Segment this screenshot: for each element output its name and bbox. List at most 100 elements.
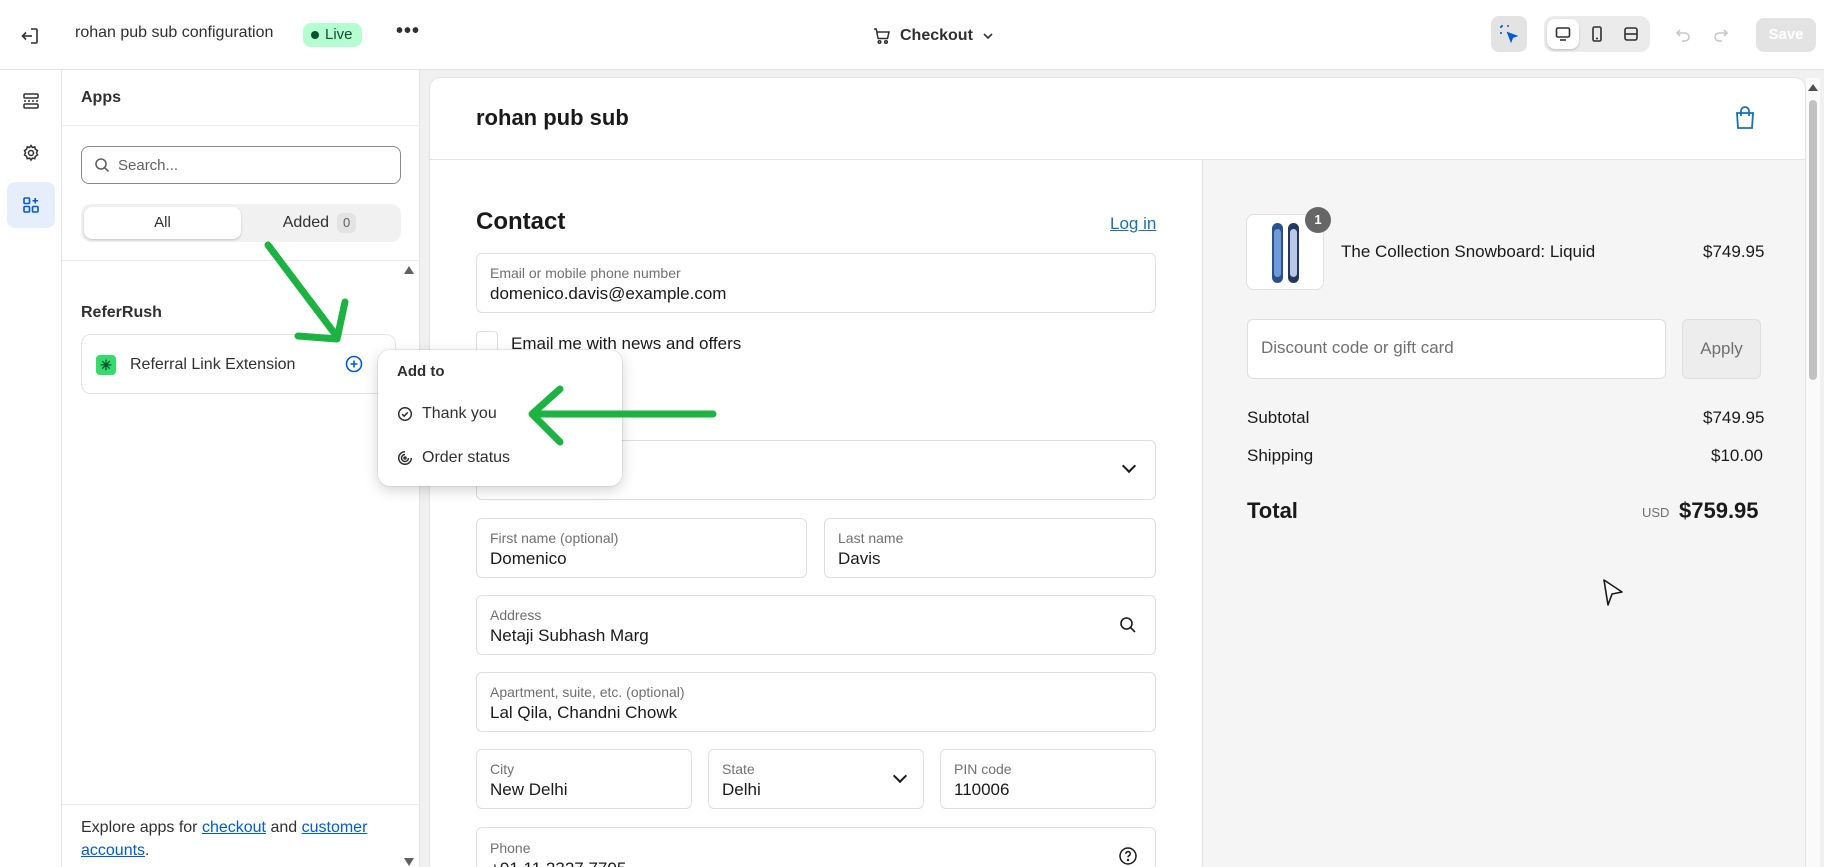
city-field[interactable]: City New Delhi <box>476 749 692 809</box>
page-selector[interactable]: Checkout <box>872 23 995 49</box>
mobile-view-button[interactable] <box>1581 19 1613 49</box>
settings-nav-button[interactable] <box>7 130 55 176</box>
select-cursor-icon <box>1500 25 1519 44</box>
scroll-down-icon[interactable] <box>404 858 414 866</box>
state-select[interactable]: State Delhi <box>708 749 924 809</box>
product-price: $749.95 <box>1703 242 1765 261</box>
divider <box>62 125 420 126</box>
panel-heading: Apps <box>81 89 121 106</box>
search-input[interactable] <box>118 156 378 174</box>
apps-panel: Apps All Added 0 ReferRush ✳ Referral Li… <box>62 70 420 867</box>
desktop-icon <box>1555 27 1571 41</box>
apps-nav-button[interactable] <box>7 182 55 228</box>
add-circle-icon[interactable] <box>344 354 364 374</box>
fullscreen-view-button[interactable] <box>1615 19 1647 49</box>
apply-discount-button[interactable]: Apply <box>1682 319 1761 379</box>
address-field[interactable]: Address Netaji Subhash Marg <box>476 595 1156 655</box>
redo-icon[interactable] <box>1712 26 1730 44</box>
first-name-label: First name (optional) <box>490 530 619 546</box>
quantity-badge: 1 <box>1305 207 1331 233</box>
apps-icon <box>23 197 39 213</box>
filter-tabs: All Added 0 <box>81 204 401 242</box>
subtotal-value: $749.95 <box>1703 408 1765 427</box>
add-to-popover: Add to Thank you Order status <box>378 350 622 486</box>
status-badge: Live <box>303 23 362 47</box>
app-logo-icon: ✳ <box>96 355 116 375</box>
apartment-label: Apartment, suite, etc. (optional) <box>490 684 685 700</box>
gear-icon <box>23 144 39 162</box>
editor-title: rohan pub sub configuration <box>75 24 274 41</box>
app-group-title: ReferRush <box>81 304 162 321</box>
tab-added-label: Added <box>282 214 330 231</box>
undo-icon[interactable] <box>1674 26 1692 44</box>
app-block-name: Referral Link Extension <box>130 356 296 373</box>
cart-icon <box>874 28 890 45</box>
popover-item-thank-you[interactable]: Thank you <box>397 402 497 426</box>
tab-added[interactable]: Added 0 <box>241 207 398 239</box>
scroll-up-icon[interactable] <box>404 266 414 274</box>
discount-input[interactable] <box>1261 338 1641 358</box>
search-icon <box>1120 617 1136 633</box>
total-currency: USD <box>1642 505 1670 520</box>
footer-and: and <box>266 819 302 836</box>
shopping-bag-icon[interactable] <box>1731 104 1759 132</box>
sections-nav-button[interactable] <box>7 78 55 124</box>
chevron-down-icon <box>892 768 908 784</box>
subtotal-label: Subtotal <box>1247 408 1310 427</box>
phone-value: +91 11 2327 7705 <box>490 859 626 867</box>
phone-field[interactable]: Phone +91 11 2327 7705 <box>476 827 1156 867</box>
preview-scrollbar[interactable] <box>1806 78 1820 867</box>
product-name: The Collection Snowboard: Liquid <box>1341 242 1596 261</box>
last-name-label: Last name <box>838 530 904 546</box>
apartment-field[interactable]: Apartment, suite, etc. (optional) Lal Qi… <box>476 672 1156 732</box>
mobile-icon <box>1592 26 1602 42</box>
last-name-field[interactable]: Last name Davis <box>824 518 1156 578</box>
apartment-value: Lal Qila, Chandni Chowk <box>490 703 678 722</box>
state-value: Delhi <box>722 780 761 799</box>
total-label: Total <box>1247 498 1298 523</box>
tab-all[interactable]: All <box>84 207 241 239</box>
footer-prefix: Explore apps for <box>81 819 202 836</box>
email-field[interactable]: Email or mobile phone number domenico.da… <box>476 253 1156 313</box>
address-label: Address <box>490 607 542 623</box>
scrollbar-thumb[interactable] <box>1809 100 1817 380</box>
save-button[interactable]: Save <box>1756 18 1816 52</box>
search-icon <box>95 158 110 173</box>
scroll-up-icon[interactable] <box>1808 84 1818 91</box>
mouse-cursor-icon <box>1603 579 1623 606</box>
checkout-header: rohan pub sub <box>430 78 1805 160</box>
login-link[interactable]: Log in <box>1110 214 1156 234</box>
page-selector-label: Checkout <box>900 27 973 44</box>
check-circle-icon <box>397 406 413 422</box>
pin-code-field[interactable]: PIN code 110006 <box>940 749 1156 809</box>
explore-apps-text: Explore apps for checkout and customer a… <box>81 816 401 862</box>
pin-code-label: PIN code <box>954 761 1012 777</box>
help-icon[interactable] <box>1118 846 1138 866</box>
exit-icon[interactable] <box>18 24 42 48</box>
contact-heading: Contact <box>476 208 566 235</box>
popover-item-order-status[interactable]: Order status <box>397 446 510 470</box>
address-value: Netaji Subhash Marg <box>490 626 649 645</box>
popover-item-label: Thank you <box>422 405 497 422</box>
inspector-button[interactable] <box>1491 16 1527 52</box>
chevron-down-icon <box>983 33 993 40</box>
first-name-field[interactable]: First name (optional) Domenico <box>476 518 807 578</box>
snowboard-image <box>1272 223 1299 283</box>
city-label: City <box>490 761 515 777</box>
more-actions-button[interactable]: ••• <box>396 21 420 46</box>
viewport-switcher <box>1544 16 1650 52</box>
top-bar: rohan pub sub configuration Live ••• Che… <box>0 0 1824 70</box>
last-name-value: Davis <box>838 549 881 568</box>
first-name-value: Domenico <box>490 549 567 568</box>
sections-icon <box>23 93 39 109</box>
checkout-apps-link[interactable]: checkout <box>202 819 266 836</box>
app-block-card[interactable]: ✳ Referral Link Extension <box>81 334 396 394</box>
status-dot-icon <box>311 31 319 39</box>
shipping-value: $10.00 <box>1711 446 1763 465</box>
email-value: domenico.davis@example.com <box>490 284 727 303</box>
state-label: State <box>722 761 755 777</box>
search-field[interactable] <box>81 146 401 184</box>
popover-item-label: Order status <box>422 449 511 466</box>
discount-field[interactable] <box>1247 319 1666 379</box>
desktop-view-button[interactable] <box>1547 19 1579 49</box>
